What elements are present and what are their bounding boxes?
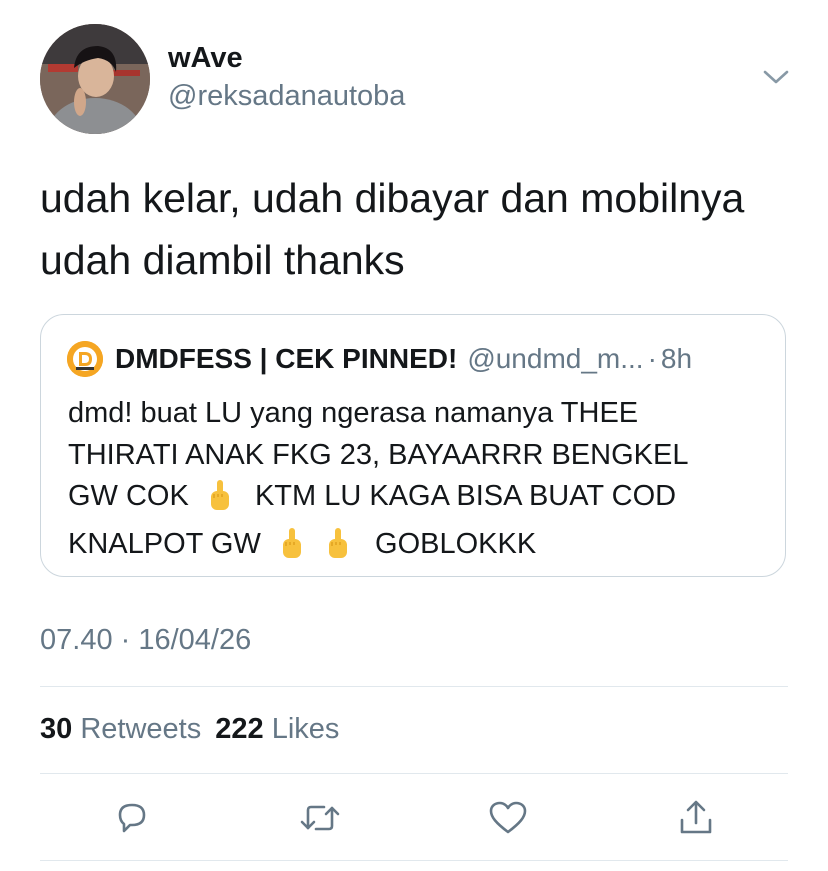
tweet-text: udah kelar, udah dibayar dan mobilnya ud… [40, 167, 800, 291]
retweet-button[interactable] [298, 796, 342, 840]
author-avatar[interactable] [40, 24, 150, 134]
retweets-label: Retweets [80, 713, 202, 745]
share-icon [680, 800, 712, 834]
quoted-text-line: KNALPOT GW GOBLOKKK [68, 524, 768, 572]
divider [40, 860, 788, 861]
tweet-text-line: udah diambil thanks [40, 237, 405, 283]
dmd-logo-icon [67, 341, 103, 377]
quoted-text-segment: KNALPOT GW [68, 527, 261, 560]
quoted-tweet-card[interactable]: DMDFESS | CEK PINNED! @undmd_m... · 8h d… [40, 314, 786, 577]
quoted-text-segment: KTM LU KAGA BISA BUAT COD [254, 480, 677, 512]
divider [40, 686, 788, 687]
author-display-name[interactable]: wAve [168, 42, 243, 75]
quoted-tweet-header: DMDFESS | CEK PINNED! @undmd_m... · 8h [67, 341, 692, 377]
quoted-text-segment: GOBLOKKK [375, 527, 537, 560]
reply-icon [118, 803, 146, 833]
share-button[interactable] [674, 796, 718, 840]
quoted-text-line: dmd! buat LU yang ngerasa namanya THEE [68, 397, 639, 429]
like-button[interactable] [486, 796, 530, 840]
avatar-photo [40, 24, 150, 134]
tweet-timestamp[interactable]: 07.40 · 16/04/26 [40, 624, 251, 657]
likes-label: Likes [271, 713, 340, 745]
tweet-text-line: udah kelar, udah dibayar dan mobilnya [40, 175, 745, 221]
quoted-text-line: GW COK KTM LU KAGA BISA BUAT COD [68, 476, 768, 524]
quoted-time-ago: 8h [660, 343, 693, 374]
quoted-text-segment: GW COK [68, 480, 189, 512]
middle-finger-icon [281, 527, 303, 572]
chevron-down-icon[interactable] [762, 66, 790, 88]
retweet-icon [300, 805, 340, 831]
middle-finger-icon [327, 527, 349, 572]
divider [40, 773, 788, 774]
quoted-author-name: DMDFESS | CEK PINNED! [115, 343, 458, 374]
quoted-text-line: THIRATI ANAK FKG 23, BAYAARRR BENGKEL [68, 438, 689, 471]
likes-stat[interactable]: 222 Likes [215, 713, 339, 745]
middle-finger-icon [209, 479, 231, 524]
tweet-stats: 30 Retweets 222 Likes [40, 713, 339, 746]
reply-button[interactable] [110, 796, 154, 840]
likes-count: 222 [215, 713, 264, 745]
author-handle[interactable]: @reksadanautoba [168, 80, 405, 113]
heart-icon [489, 801, 527, 834]
retweets-count: 30 [40, 713, 73, 745]
quoted-author-handle: @undmd_m... [467, 343, 644, 374]
quoted-tweet-text: dmd! buat LU yang ngerasa namanya THEE T… [68, 393, 768, 571]
quoted-author-avatar [67, 341, 103, 377]
quoted-separator: · [647, 343, 657, 374]
retweets-stat[interactable]: 30 Retweets [40, 713, 209, 745]
